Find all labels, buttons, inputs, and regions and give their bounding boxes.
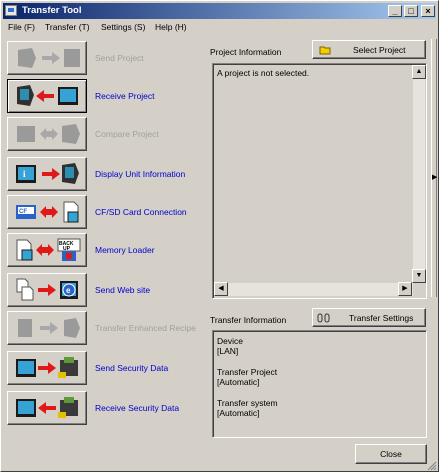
panel-splitter[interactable]: ▶	[431, 39, 437, 297]
action-receive-project[interactable]: Receive Project	[6, 79, 206, 113]
menu-help[interactable]: Help (H)	[155, 22, 187, 32]
receive-security-data-button[interactable]	[7, 391, 87, 425]
display-unit-information-label: Display Unit Information	[95, 169, 186, 179]
action-send-security-data[interactable]: Send Security Data	[6, 351, 206, 385]
send-security-data-label: Send Security Data	[95, 363, 169, 373]
maximize-button[interactable]: □	[404, 5, 418, 17]
scroll-up-icon[interactable]: ▲	[412, 65, 426, 79]
display-unit-info-icon: i	[16, 163, 79, 184]
action-compare-project[interactable]: Compare Project	[6, 117, 206, 151]
memory-loader-label: Memory Loader	[95, 245, 155, 255]
project-information-text: A project is not selected.	[217, 68, 310, 78]
scroll-down-icon[interactable]: ▼	[412, 269, 426, 283]
receive-project-button[interactable]	[7, 79, 87, 113]
send-security-data-button[interactable]	[7, 351, 87, 385]
splitter-arrow-icon: ▶	[432, 174, 438, 181]
folder-icon	[319, 46, 331, 55]
transfer-project-label: Transfer Project	[217, 367, 278, 377]
vertical-scrollbar[interactable]: ▲ ▼	[412, 65, 426, 283]
cf-sd-card-connection-label: CF/SD Card Connection	[95, 207, 187, 217]
action-list: Send Project Receive Project Compare Pro…	[6, 39, 206, 434]
action-transfer-enhanced-recipe[interactable]: Transfer Enhanced Recipe	[6, 311, 206, 345]
transfer-settings-icon	[317, 313, 330, 323]
transfer-project-value: [Automatic]	[217, 377, 260, 387]
close-button[interactable]: Close	[355, 444, 427, 464]
project-information-box: A project is not selected. ▲ ▼ ◀ ▶	[212, 63, 427, 299]
action-send-web-site[interactable]: e Send Web site	[6, 273, 206, 307]
send-web-site-icon: e	[16, 278, 78, 301]
compare-project-label: Compare Project	[95, 129, 159, 139]
transfer-settings-button[interactable]: Transfer Settings	[312, 308, 426, 327]
compare-project-icon	[17, 124, 80, 144]
svg-text:CF: CF	[19, 209, 27, 215]
action-send-project[interactable]: Send Project	[6, 41, 206, 75]
receive-project-icon	[17, 85, 78, 106]
menu-transfer[interactable]: Transfer (T)	[45, 22, 90, 32]
minimize-button[interactable]: _	[388, 5, 402, 17]
resize-grip-icon[interactable]	[427, 461, 437, 471]
device-label: Device	[217, 336, 243, 346]
send-web-site-button[interactable]: e	[7, 273, 87, 307]
close-window-button[interactable]: ×	[421, 5, 435, 17]
cf-sd-card-connection-button[interactable]: CF	[7, 195, 87, 229]
scroll-right-icon[interactable]: ▶	[398, 282, 412, 296]
display-unit-information-button[interactable]: i	[7, 157, 87, 191]
compare-project-button[interactable]	[7, 117, 87, 151]
horizontal-scrollbar[interactable]: ◀ ▶	[214, 282, 413, 296]
memory-loader-icon: BACK UP	[16, 238, 81, 261]
svg-text:e: e	[66, 286, 71, 295]
menu-settings[interactable]: Settings (S)	[101, 22, 145, 32]
transfer-enhanced-recipe-label: Transfer Enhanced Recipe	[95, 323, 196, 333]
transfer-system-value: [Automatic]	[217, 408, 260, 418]
transfer-information-box: Device [LAN] Transfer Project [Automatic…	[212, 330, 427, 438]
send-project-button[interactable]	[7, 41, 87, 75]
transfer-settings-label: Transfer Settings	[349, 313, 414, 323]
memory-loader-button[interactable]: BACK UP	[7, 233, 87, 267]
title-bar: Transfer Tool _ □ ×	[3, 3, 436, 19]
select-project-label: Select Project	[353, 45, 406, 55]
project-information-label: Project Information	[210, 47, 282, 57]
send-web-site-label: Send Web site	[95, 285, 151, 295]
receive-security-data-icon	[16, 397, 78, 418]
send-project-label: Send Project	[95, 53, 144, 63]
receive-project-label: Receive Project	[95, 91, 155, 101]
action-display-unit-information[interactable]: i Display Unit Information	[6, 157, 206, 191]
cf-sd-card-icon: CF	[16, 201, 79, 223]
transfer-enhanced-recipe-button[interactable]	[7, 311, 87, 345]
transfer-information-label: Transfer Information	[210, 315, 287, 325]
action-cf-sd-card-connection[interactable]: CF CF/SD Card Connection	[6, 195, 206, 229]
transfer-tool-window: Transfer Tool _ □ × File (F) Transfer (T…	[0, 0, 439, 472]
scroll-left-icon[interactable]: ◀	[214, 282, 228, 296]
action-memory-loader[interactable]: BACK UP Memory Loader	[6, 233, 206, 267]
transfer-enhanced-recipe-icon	[18, 318, 80, 338]
action-receive-security-data[interactable]: Receive Security Data	[6, 391, 206, 425]
receive-security-data-label: Receive Security Data	[95, 403, 180, 413]
send-project-icon	[18, 48, 80, 68]
app-icon	[5, 5, 17, 16]
transfer-system-label: Transfer system	[217, 398, 278, 408]
select-project-button[interactable]: Select Project	[312, 40, 426, 59]
menu-bar: File (F) Transfer (T) Settings (S) Help …	[3, 20, 436, 36]
device-value: [LAN]	[217, 346, 239, 356]
window-title: Transfer Tool	[22, 5, 82, 16]
send-security-data-icon	[16, 357, 78, 378]
menu-file[interactable]: File (F)	[8, 22, 35, 32]
